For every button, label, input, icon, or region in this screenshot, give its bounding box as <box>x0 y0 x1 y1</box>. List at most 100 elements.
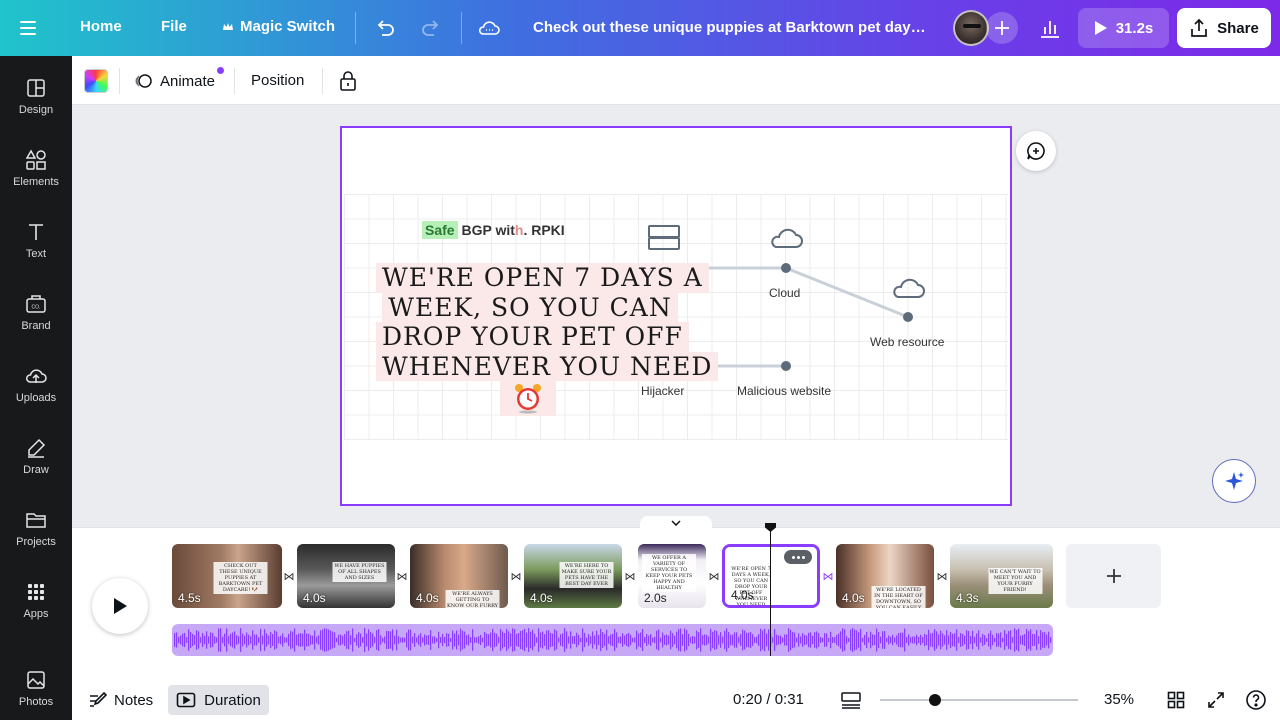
add-collaborator-button[interactable] <box>986 12 1018 44</box>
server-icon <box>648 225 680 250</box>
play-icon <box>114 598 127 614</box>
transition-icon[interactable]: ⋈ <box>395 569 409 583</box>
playhead[interactable] <box>770 526 771 656</box>
duration-icon <box>176 692 196 708</box>
design-page-canvas[interactable]: Safe BGP with. RPKI Cloud Web resource H… <box>340 126 1012 506</box>
magic-switch-label: Magic Switch <box>240 18 336 35</box>
sidebar-item-label: Apps <box>23 608 49 620</box>
sidebar-item-uploads[interactable]: Uploads <box>0 360 72 420</box>
timeline-clip[interactable]: WE'RE HERE TO MAKE SURE YOUR PETS HAVE T… <box>524 544 622 608</box>
new-feature-dot <box>217 67 224 74</box>
timeline-clip[interactable]: CHECK OUT THESE UNIQUE PUPPIES AT BARKTO… <box>172 544 282 608</box>
share-label: Share <box>1217 19 1259 37</box>
share-button[interactable]: Share <box>1177 8 1271 48</box>
page-view-icon[interactable] <box>839 688 863 712</box>
node-dot <box>903 312 913 322</box>
left-sidebar: Design Elements Text CO. Brand Uploads D… <box>0 56 72 720</box>
sidebar-item-label: Uploads <box>15 392 57 404</box>
plus-icon <box>1106 569 1121 583</box>
notes-button[interactable]: Notes <box>88 686 153 714</box>
cloud-icon <box>771 228 803 248</box>
lock-icon[interactable] <box>336 68 360 94</box>
color-picker-swatch[interactable] <box>84 69 108 93</box>
home-link[interactable]: Home <box>80 18 122 35</box>
audio-waveform <box>174 628 1052 652</box>
sidebar-item-label: Design <box>18 104 54 116</box>
callout-line: WEEK, SO YOU CAN <box>382 292 678 322</box>
insights-chart-icon[interactable] <box>1034 12 1066 44</box>
zoom-percentage[interactable]: 35% <box>1104 691 1134 708</box>
fullscreen-icon[interactable] <box>1204 688 1228 712</box>
sidebar-item-label: Photos <box>18 696 54 708</box>
sidebar-item-label: Projects <box>16 536 56 548</box>
transition-icon[interactable]: ⋈ <box>623 569 637 583</box>
add-page-button[interactable] <box>1066 544 1161 608</box>
timeline-clip[interactable]: WE HAVE PUPPIES OF ALL SHAPES AND SIZES … <box>297 544 395 608</box>
sidebar-item-elements[interactable]: Elements <box>0 144 72 204</box>
clip-caption: WE'RE HERE TO MAKE SURE YOUR PETS HAVE T… <box>559 562 614 588</box>
cloud-sync-icon[interactable] <box>475 14 503 42</box>
clip-caption: WE OFFER A VARIETY OF SERVICES TO KEEP Y… <box>642 554 696 592</box>
timeline-clip[interactable]: WE OFFER A VARIETY OF SERVICES TO KEEP Y… <box>638 544 706 608</box>
web-resource-label: Web resource <box>870 335 945 349</box>
timeline-clip[interactable]: WE'RE ALWAYS GETTING TO KNOW OUR FURRY F… <box>410 544 508 608</box>
play-icon <box>1094 21 1107 35</box>
sidebar-item-projects[interactable]: Projects <box>0 504 72 564</box>
position-button[interactable]: Position <box>251 72 304 89</box>
file-menu[interactable]: File <box>161 18 187 35</box>
design-title[interactable]: Check out these unique puppies at Barkto… <box>533 19 933 36</box>
brand-icon: CO. <box>24 292 48 316</box>
timeline-clip[interactable]: WE CAN'T WAIT TO MEET YOU AND YOUR FURRY… <box>950 544 1053 608</box>
transition-icon[interactable]: ⋈ <box>935 569 949 583</box>
transition-icon[interactable]: ⋈ <box>509 569 523 583</box>
transition-icon[interactable]: ⋈ <box>821 569 835 583</box>
sidebar-item-draw[interactable]: Draw <box>0 432 72 492</box>
clip-caption: WE HAVE PUPPIES OF ALL SHAPES AND SIZES <box>332 562 387 582</box>
help-icon[interactable] <box>1244 688 1268 712</box>
present-play-button[interactable]: 31.2s <box>1078 8 1169 48</box>
timeline-play-button[interactable] <box>92 578 148 634</box>
play-duration: 31.2s <box>1115 19 1154 37</box>
transition-icon[interactable]: ⋈ <box>282 569 296 583</box>
sidebar-item-text[interactable]: Text <box>0 216 72 276</box>
sidebar-item-photos[interactable]: Photos <box>0 664 72 720</box>
animate-label: Animate <box>160 72 216 90</box>
divider <box>355 12 356 44</box>
audio-track[interactable] <box>172 624 1053 656</box>
alarm-clock-sticker[interactable] <box>500 380 556 416</box>
clip-duration: 2.0s <box>644 591 667 605</box>
time-readout: 0:20 / 0:31 <box>733 691 804 708</box>
sidebar-item-design[interactable]: Design <box>0 72 72 132</box>
zoom-slider[interactable] <box>880 699 1078 701</box>
redo-icon[interactable] <box>417 14 445 42</box>
malicious-website-label: Malicious website <box>737 384 832 398</box>
svg-text:CO.: CO. <box>32 305 41 311</box>
magic-switch-button[interactable]: Magic Switch <box>222 18 335 35</box>
duration-button[interactable]: Duration <box>168 685 269 715</box>
timeline-clip[interactable]: WE'RE LOCATED IN THE HEART OF DOWNTOWN, … <box>836 544 934 608</box>
add-comment-button[interactable] <box>1016 131 1056 171</box>
animate-button[interactable]: Animate <box>134 68 215 94</box>
top-bar: Home File Magic Switch Check out these u… <box>0 0 1280 56</box>
sidebar-item-brand[interactable]: CO. Brand <box>0 288 72 348</box>
undo-icon[interactable] <box>371 14 399 42</box>
design-icon <box>24 76 48 100</box>
transition-icon[interactable]: ⋈ <box>707 569 721 583</box>
callout-line: DROP YOUR PET OFF <box>376 322 689 352</box>
avatar[interactable] <box>953 10 989 46</box>
clip-duration: 4.0s <box>842 591 865 605</box>
clip-caption: WE'RE ALWAYS GETTING TO KNOW OUR FURRY F… <box>445 590 500 608</box>
sidebar-item-label: Text <box>25 248 47 260</box>
hamburger-menu-icon[interactable] <box>20 16 52 40</box>
draw-icon <box>24 436 48 460</box>
clip-duration: 4.5s <box>178 591 201 605</box>
clip-more-options-icon[interactable] <box>784 550 812 564</box>
sidebar-item-apps[interactable]: Apps <box>0 576 72 636</box>
collapse-timeline-chevron-icon[interactable] <box>640 516 712 530</box>
clip-duration: 4.0s <box>303 591 326 605</box>
callout-text-box[interactable]: WE'RE OPEN 7 DAYS A WEEK, SO YOU CAN DRO… <box>376 263 719 381</box>
node-dot <box>781 361 791 371</box>
magic-assistant-button[interactable] <box>1212 459 1256 503</box>
link-line <box>785 266 909 319</box>
grid-view-icon[interactable] <box>1164 688 1188 712</box>
